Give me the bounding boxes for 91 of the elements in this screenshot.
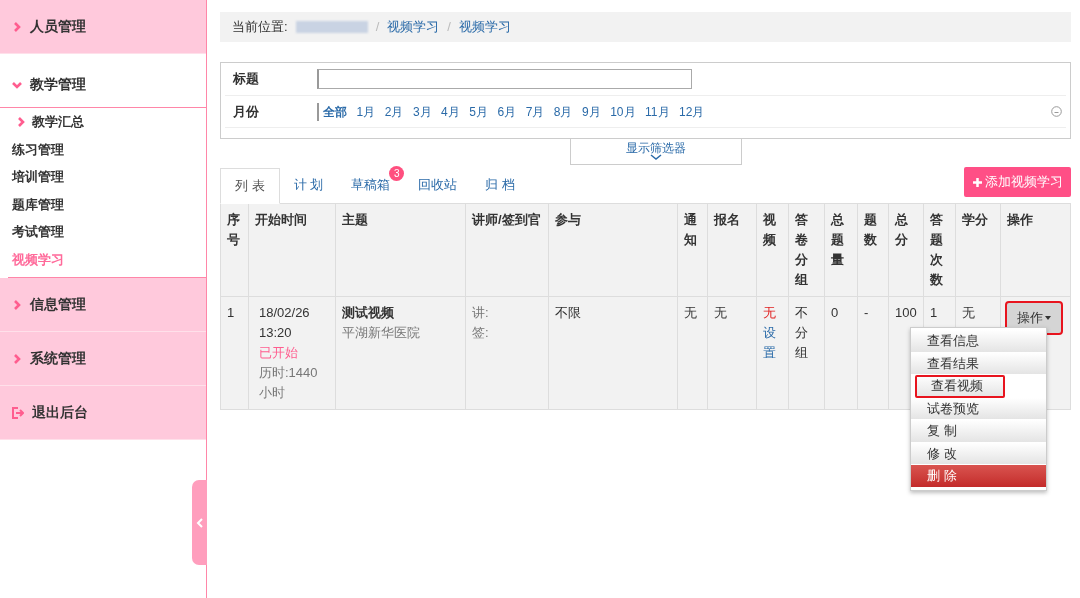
- settings-link[interactable]: 设置: [763, 323, 782, 363]
- column-header: 题数: [857, 203, 889, 297]
- tab[interactable]: 计 划: [279, 167, 338, 203]
- filter-label: 标题: [232, 70, 260, 89]
- sidebar-item[interactable]: 培训管理: [8, 163, 206, 191]
- chevron-down-icon: [12, 79, 22, 90]
- sidebar-item[interactable]: 题库管理: [8, 190, 206, 218]
- count-badge: 3: [389, 166, 405, 181]
- tab[interactable]: 回收站: [404, 167, 472, 203]
- table-cell-text: 签:: [472, 324, 490, 342]
- table-cell-text: 18/02/26 13:20: [259, 304, 311, 342]
- chevron-left-icon: [195, 517, 204, 528]
- column-header: 总题量: [824, 203, 858, 297]
- caret-icon: [1045, 316, 1051, 320]
- month-option[interactable]: 3月: [412, 102, 432, 121]
- column-header: 总分: [888, 203, 924, 297]
- status-text: 已开始: [259, 344, 299, 362]
- add-button[interactable]: 添加视频学习: [964, 167, 1071, 197]
- sidebar-group[interactable]: 系统管理: [0, 332, 206, 386]
- tab[interactable]: 列 表: [220, 168, 280, 204]
- month-option[interactable]: 9月: [582, 102, 601, 121]
- column-header: 视频: [756, 203, 789, 297]
- column-header: 主题: [335, 203, 466, 297]
- menu-item[interactable]: 查看信息: [911, 330, 1046, 353]
- chevron-right-icon: [12, 21, 22, 32]
- sidebar-group[interactable]: 人员管理: [0, 0, 206, 54]
- month-option[interactable]: 11月: [645, 102, 670, 121]
- collapse-handle[interactable]: [192, 480, 207, 565]
- tab[interactable]: 归 档: [471, 167, 529, 203]
- breadcrumb-link[interactable]: 视频学习: [458, 17, 511, 37]
- column-header: 通知: [677, 203, 708, 297]
- breadcrumb-separator: /: [447, 18, 451, 37]
- breadcrumb-separator: /: [375, 18, 380, 37]
- plus-icon: [972, 176, 983, 188]
- table-cell: 无: [714, 305, 727, 320]
- table-cell: 0: [831, 305, 839, 320]
- collapse-circle-icon[interactable]: [1051, 106, 1062, 117]
- chevron-right-icon: [12, 353, 22, 364]
- month-option[interactable]: 8月: [553, 102, 573, 121]
- menu-item[interactable]: 修 改: [911, 442, 1046, 465]
- filter-label: 月份: [232, 102, 260, 121]
- table-cell: 无: [684, 305, 697, 320]
- menu-item[interactable]: 删 除: [911, 465, 1046, 488]
- sidebar-item[interactable]: 考试管理: [8, 218, 206, 246]
- column-header: 参与: [548, 203, 678, 297]
- month-option[interactable]: 12月: [679, 102, 705, 121]
- column-header: 学分: [955, 203, 1001, 297]
- table-cell-text: 历时:1440小时: [259, 364, 319, 402]
- column-header: 报名: [707, 203, 757, 297]
- month-option[interactable]: 2月: [384, 102, 404, 121]
- chevron-down-icon: [649, 154, 662, 160]
- column-header: 操作: [1000, 203, 1071, 297]
- month-option[interactable]: 1月: [356, 102, 376, 121]
- sidebar-item[interactable]: 教学汇总: [8, 108, 206, 136]
- chevron-right-icon: [12, 299, 22, 310]
- month-option[interactable]: 7月: [525, 102, 545, 121]
- tab[interactable]: 草稿箱 3: [337, 167, 405, 203]
- table-cell-text: 平湖新华医院: [342, 324, 421, 342]
- table-cell: 无: [763, 305, 776, 320]
- show-filter-button[interactable]: 显示筛选器: [569, 138, 742, 165]
- menu-item[interactable]: 试卷预览: [911, 397, 1046, 420]
- table-cell: 不限: [555, 305, 581, 320]
- table-cell: -: [864, 305, 869, 320]
- month-option[interactable]: 6月: [497, 102, 517, 121]
- menu-item[interactable]: 复 制: [911, 420, 1046, 443]
- logout-icon: [12, 406, 24, 419]
- column-header: 序号: [220, 203, 249, 297]
- sidebar-group[interactable]: 信息管理: [0, 278, 206, 332]
- column-header: 讲师/签到官: [465, 203, 549, 297]
- table-cell-text: 讲:: [472, 304, 490, 322]
- table-cell: 1: [930, 305, 938, 320]
- sidebar-item[interactable]: 练习管理: [8, 135, 206, 163]
- table-cell-text: 测试视频: [342, 304, 395, 322]
- month-option[interactable]: 4月: [441, 102, 460, 121]
- table-cell: 1: [227, 305, 235, 320]
- menu-item[interactable]: 查看结果: [911, 352, 1046, 375]
- table-cell: 100: [895, 305, 917, 320]
- month-option[interactable]: 全部: [323, 102, 347, 121]
- breadcrumb-label: 当前位置:: [232, 18, 288, 37]
- month-option[interactable]: 10月: [610, 102, 636, 121]
- chevron-right-icon: [16, 116, 26, 127]
- menu-item[interactable]: 查看视频: [915, 375, 1005, 398]
- column-header: 答卷分组: [788, 203, 825, 297]
- title-input[interactable]: [317, 69, 692, 89]
- sidebar-group[interactable]: 退出后台: [0, 386, 206, 440]
- table-cell: 不分组: [795, 305, 808, 360]
- column-header: 答题次数: [923, 203, 956, 297]
- breadcrumb-link[interactable]: 视频学习: [387, 17, 440, 37]
- table-cell: 无: [962, 305, 975, 320]
- column-header: 开始时间: [248, 203, 336, 297]
- month-option[interactable]: 5月: [469, 102, 488, 121]
